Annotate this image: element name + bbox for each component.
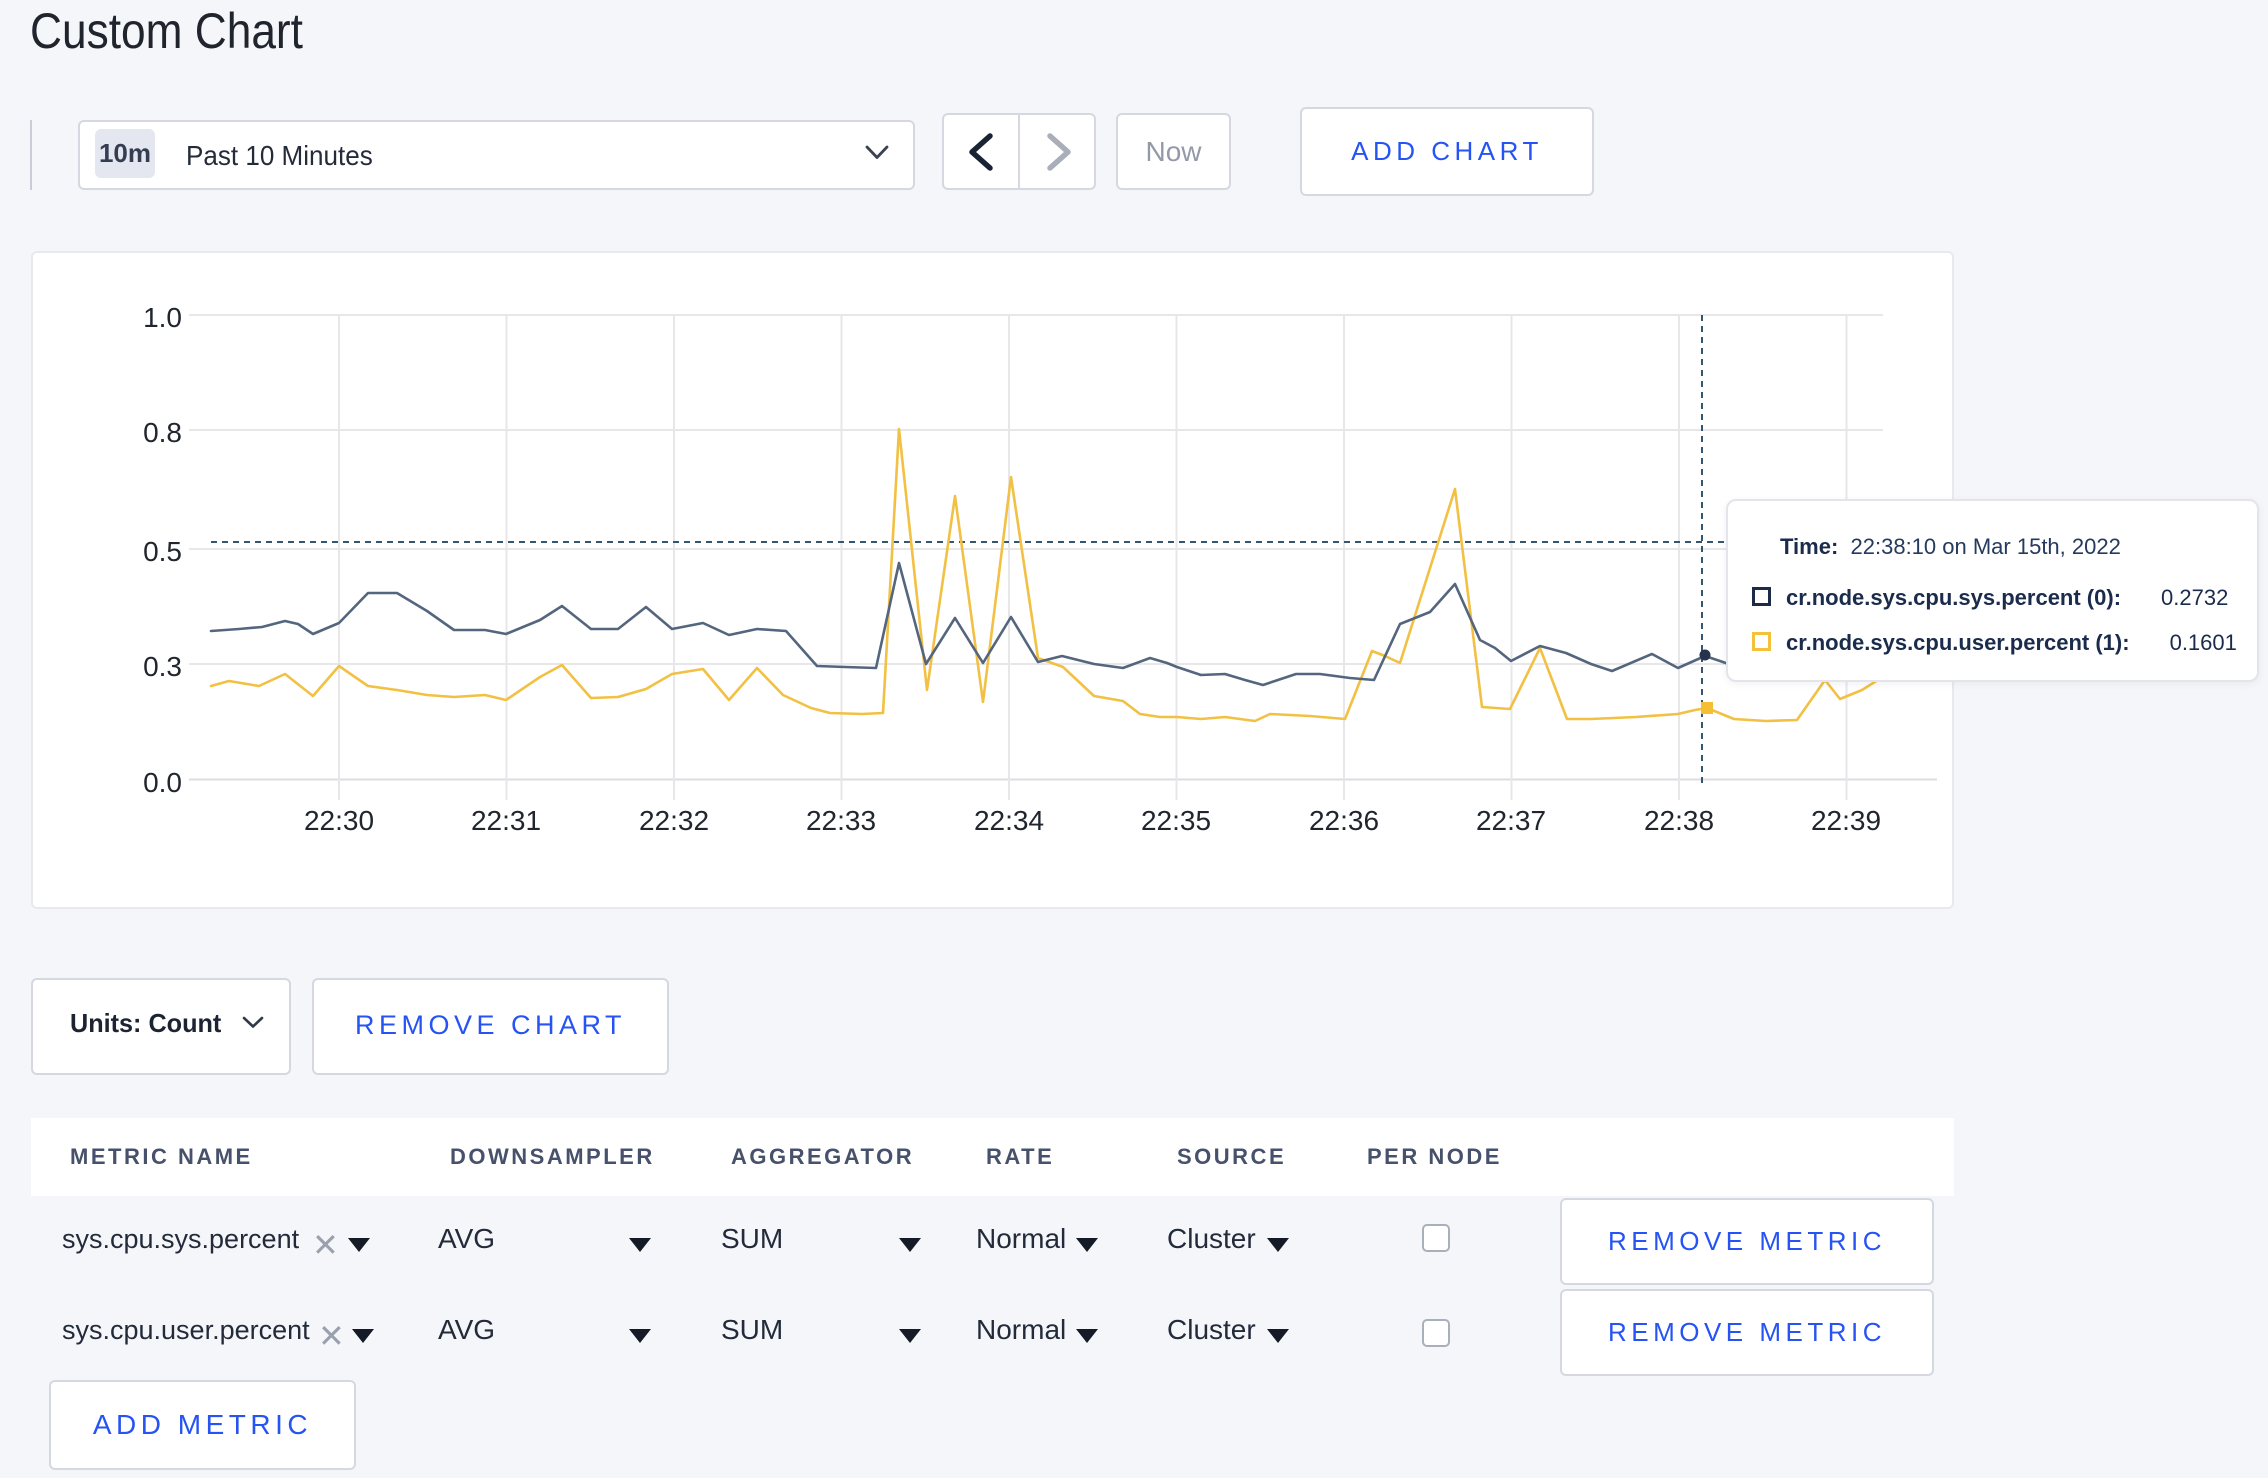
svg-text:22:38: 22:38 — [1644, 805, 1714, 836]
svg-text:22:36: 22:36 — [1309, 805, 1379, 836]
svg-text:0.0: 0.0 — [143, 767, 182, 798]
svg-text:22:34: 22:34 — [974, 805, 1044, 836]
svg-text:22:32: 22:32 — [639, 805, 709, 836]
svg-text:22:39: 22:39 — [1811, 805, 1881, 836]
svg-text:0.8: 0.8 — [143, 417, 182, 448]
svg-text:1.0: 1.0 — [143, 302, 182, 333]
svg-text:0.3: 0.3 — [143, 651, 182, 682]
svg-text:22:37: 22:37 — [1476, 805, 1546, 836]
svg-text:0.5: 0.5 — [143, 536, 182, 567]
svg-text:22:30: 22:30 — [304, 805, 374, 836]
svg-text:22:33: 22:33 — [806, 805, 876, 836]
svg-text:22:31: 22:31 — [471, 805, 541, 836]
svg-text:22:35: 22:35 — [1141, 805, 1211, 836]
